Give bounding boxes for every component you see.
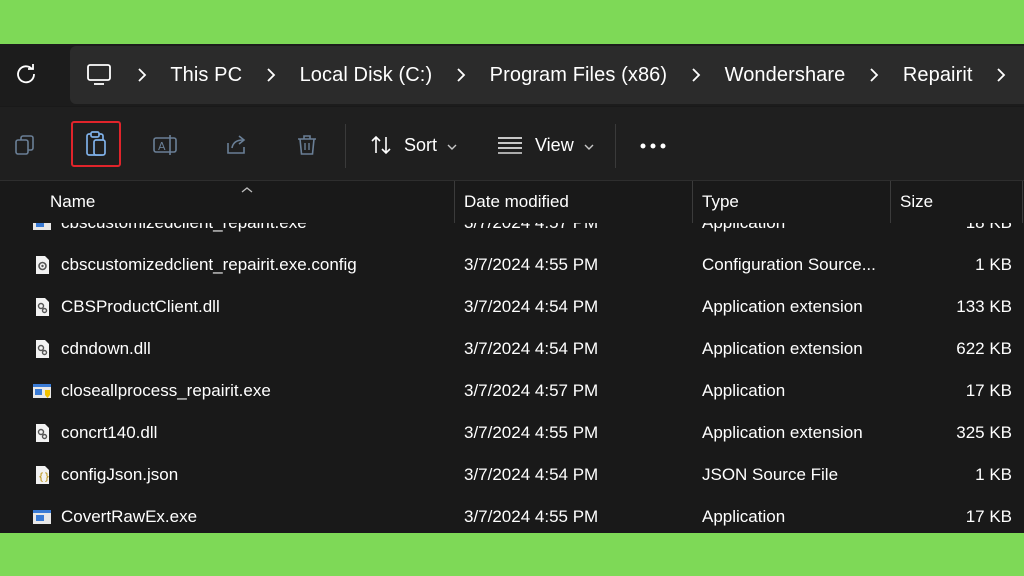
view-label: View [535,134,574,155]
view-icon [497,136,523,154]
chevron-down-icon [447,135,457,156]
chevron-right-icon[interactable] [264,65,277,85]
svg-text:A: A [158,140,166,153]
exe-icon [32,223,52,233]
sort-label: Sort [404,134,438,155]
sort-icon [370,134,394,156]
toolbar-divider [615,124,616,168]
table-row[interactable]: {} configJson.json 3/7/2024 4:54 PM JSON… [0,454,1024,496]
breadcrumb-this-pc[interactable]: This PC [170,64,242,87]
file-name: CBSProductClient.dll [61,297,220,316]
file-size: 17 KB [965,507,1012,526]
file-size: 17 KB [965,381,1012,400]
breadcrumb-repairit[interactable]: Repairit [903,64,973,87]
column-divider[interactable] [454,181,455,223]
exe-shield-icon [32,381,52,401]
more-icon[interactable] [638,131,668,161]
column-divider[interactable] [692,181,693,223]
file-date: 3/7/2024 4:55 PM [464,255,599,274]
file-date: 3/7/2024 4:57 PM [464,223,598,244]
file-type: Application [702,223,884,244]
monitor-icon[interactable] [86,61,113,89]
chevron-right-icon[interactable] [135,65,148,85]
view-button[interactable]: View [497,129,594,161]
table-row[interactable]: cbscustomizedclient_repairit.exe.config … [0,244,1024,286]
file-name: configJson.json [61,465,179,484]
file-type: JSON Source File [702,465,839,484]
file-type: Application extension [702,339,863,358]
sort-ascending-icon [240,181,254,199]
file-name: cdndown.dll [61,339,151,358]
chevron-right-icon[interactable] [689,65,702,85]
file-list: cbscustomizedclient_repairit.exe 3/7/202… [0,223,1024,533]
dll-icon [32,339,52,359]
file-type: Application [702,381,786,400]
file-date: 3/7/2024 4:54 PM [464,465,599,484]
command-bar: A Sort View [0,107,1024,181]
file-name: closeallprocess_repairit.exe [61,381,271,400]
file-type: Application [702,507,786,526]
address-row: This PC Local Disk (C:) Program Files (x… [0,44,1024,106]
rename-icon[interactable]: A [144,123,188,167]
table-row[interactable]: CovertRawEx.exe 3/7/2024 4:55 PM Applica… [0,496,1024,533]
table-row[interactable]: CBSProductClient.dll 3/7/2024 4:54 PM Ap… [0,286,1024,328]
table-row[interactable]: closeallprocess_repairit.exe 3/7/2024 4:… [0,370,1024,412]
column-type[interactable]: Type [702,181,739,223]
file-type: Application extension [702,423,863,442]
file-size: 1 KB [975,255,1012,274]
config-file-icon [32,255,52,275]
table-row[interactable]: cbscustomizedclient_repairit.exe 3/7/202… [0,223,1024,244]
file-date: 3/7/2024 4:54 PM [464,297,599,316]
chevron-right-icon[interactable] [454,65,467,85]
copy-icon[interactable] [3,123,47,167]
file-name: cbscustomizedclient_repairit.exe [61,223,307,244]
file-date: 3/7/2024 4:57 PM [464,381,599,400]
column-divider[interactable] [1022,181,1023,223]
breadcrumb[interactable]: This PC Local Disk (C:) Program Files (x… [70,46,1024,104]
table-row[interactable]: concrt140.dll 3/7/2024 4:55 PM Applicati… [0,412,1024,454]
share-icon[interactable] [214,123,258,167]
file-type: Application extension [702,297,863,316]
exe-icon [32,507,52,527]
file-size: 133 KB [956,297,1012,316]
json-file-icon: {} [32,465,52,485]
column-date-modified[interactable]: Date modified [464,181,569,223]
chevron-right-icon[interactable] [867,65,880,85]
file-name: cbscustomizedclient_repairit.exe.config [61,255,357,274]
dll-icon [32,297,52,317]
file-date: 3/7/2024 4:55 PM [464,507,599,526]
file-name: CovertRawEx.exe [61,507,198,526]
refresh-icon[interactable] [8,56,44,92]
chevron-right-icon[interactable] [995,65,1008,85]
svg-text:{}: {} [38,472,50,483]
chevron-down-icon [584,135,594,156]
file-date: 3/7/2024 4:55 PM [464,423,599,442]
column-divider[interactable] [890,181,891,223]
file-size: 1 KB [975,465,1012,484]
file-size: 325 KB [956,423,1012,442]
breadcrumb-wondershare[interactable]: Wondershare [725,64,846,87]
breadcrumb-program-files[interactable]: Program Files (x86) [490,64,668,87]
column-size[interactable]: Size [900,181,933,223]
column-name[interactable]: Name [50,181,95,223]
delete-icon[interactable] [285,123,329,167]
table-row[interactable]: cdndown.dll 3/7/2024 4:54 PM Application… [0,328,1024,370]
column-header-row: Name Date modified Type Size [0,181,1024,223]
sort-button[interactable]: Sort [370,129,457,161]
file-type: Configuration Source... [702,255,876,274]
file-name: concrt140.dll [61,423,158,442]
file-size: 622 KB [956,339,1012,358]
breadcrumb-local-disk[interactable]: Local Disk (C:) [300,64,433,87]
dll-icon [32,423,52,443]
file-explorer-window: This PC Local Disk (C:) Program Files (x… [0,44,1024,533]
file-size: 18 KB [966,223,1012,244]
file-date: 3/7/2024 4:54 PM [464,339,599,358]
paste-icon[interactable] [71,121,121,167]
toolbar-divider [345,124,346,168]
